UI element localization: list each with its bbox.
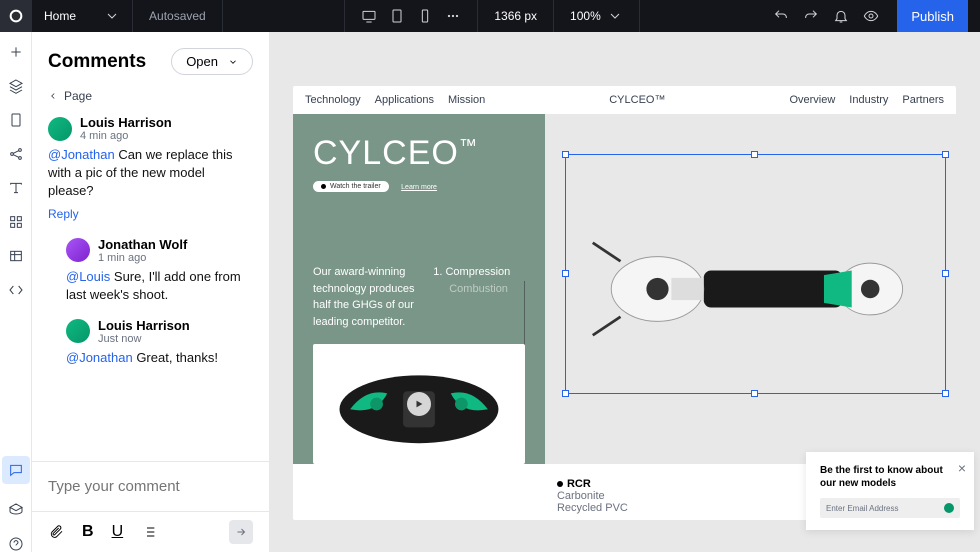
comments-filter[interactable]: Open (171, 48, 253, 75)
comments-panel: Comments Open Page Louis Harrison4 min a… (32, 32, 269, 552)
desktop-icon[interactable] (361, 8, 377, 24)
mobile-icon[interactable] (417, 8, 433, 24)
nav-link[interactable]: Industry (849, 94, 888, 106)
nav-link[interactable]: Partners (902, 94, 944, 106)
left-rail (0, 32, 32, 552)
chevron-down-icon (228, 57, 238, 67)
comments-title: Comments (48, 51, 146, 73)
comment-text: @Jonathan Great, thanks! (66, 349, 253, 367)
watch-trailer-button[interactable]: Watch the trailer (313, 181, 389, 192)
close-icon[interactable]: × (958, 460, 966, 476)
page-selector[interactable]: Home (32, 0, 133, 32)
apps-icon[interactable] (8, 214, 24, 230)
nav-brand: CYLCEO™ (609, 94, 665, 106)
table-icon[interactable] (8, 248, 24, 264)
hero-title: CYLCEO™ (313, 134, 525, 173)
send-icon (235, 526, 247, 538)
comment-icon (8, 462, 24, 478)
mention[interactable]: @Jonathan (48, 147, 115, 162)
avatar (66, 319, 90, 343)
list-icon[interactable] (141, 524, 157, 540)
play-icon (407, 392, 431, 416)
learn-icon[interactable] (8, 502, 24, 518)
page-icon[interactable] (8, 112, 24, 128)
share-icon[interactable] (8, 146, 24, 162)
add-icon[interactable] (8, 44, 24, 60)
comment-author: Louis Harrison (80, 115, 172, 130)
chevron-down-icon (607, 8, 623, 24)
tablet-icon[interactable] (389, 8, 405, 24)
comment-input[interactable] (48, 472, 253, 501)
nav-link[interactable]: Applications (375, 94, 434, 106)
hero-image-area[interactable] (545, 114, 956, 464)
chevron-down-icon (104, 8, 120, 24)
redo-icon[interactable] (803, 8, 819, 24)
nav-link[interactable]: Mission (448, 94, 485, 106)
app-logo[interactable] (0, 0, 32, 32)
attach-icon[interactable] (48, 524, 64, 540)
newsletter-popup: × Be the first to know about our new mod… (806, 452, 974, 530)
publish-button[interactable]: Publish (897, 0, 968, 32)
underline-button[interactable]: U (112, 523, 124, 541)
avatar (48, 117, 72, 141)
more-icon[interactable] (445, 8, 461, 24)
type-icon[interactable] (8, 180, 24, 196)
comment-item[interactable]: Louis HarrisonJust now @Jonathan Great, t… (66, 318, 253, 367)
save-status: Autosaved (133, 0, 223, 32)
nav-link[interactable]: Overview (789, 94, 835, 106)
avatar (66, 238, 90, 262)
bold-button[interactable]: B (82, 523, 94, 541)
material-info: RCR Carbonite Recycled PVC (545, 472, 640, 520)
mention[interactable]: @Louis (66, 269, 110, 284)
comment-item[interactable]: Jonathan Wolf1 min ago @Louis Sure, I'll … (66, 237, 253, 304)
motorcycle-illustration (565, 189, 935, 389)
comment-time: 4 min ago (80, 130, 172, 142)
nav-link[interactable]: Technology (305, 94, 361, 106)
code-icon[interactable] (8, 282, 24, 298)
canvas-width[interactable]: 1366 px (478, 0, 554, 32)
mention[interactable]: @Jonathan (66, 350, 133, 365)
chevron-left-icon (48, 91, 58, 101)
preview-icon[interactable] (863, 8, 879, 24)
comment-text: @Louis Sure, I'll add one from last week… (66, 268, 253, 304)
engine-image[interactable] (313, 344, 525, 464)
comment-author: Jonathan Wolf (98, 237, 187, 252)
submit-icon[interactable] (944, 503, 954, 513)
email-field[interactable]: Enter Email Address (820, 498, 960, 518)
zoom-level[interactable]: 100% (554, 0, 640, 32)
comment-author: Louis Harrison (98, 318, 190, 333)
layers-icon[interactable] (8, 78, 24, 94)
page-name: Home (44, 9, 76, 23)
hero-tagline: Our award-winning technology produces ha… (313, 264, 421, 330)
reply-button[interactable]: Reply (48, 207, 79, 221)
undo-icon[interactable] (773, 8, 789, 24)
bell-icon[interactable] (833, 8, 849, 24)
help-icon[interactable] (8, 536, 24, 552)
comments-rail-button[interactable] (2, 456, 30, 484)
comment-text: @Jonathan Can we replace this with a pic… (48, 146, 253, 201)
cta-title: Be the first to know about our new model… (820, 464, 960, 490)
comment-item[interactable]: Louis Harrison4 min ago @Jonathan Can we … (48, 115, 253, 223)
send-button[interactable] (229, 520, 253, 544)
learn-more-link[interactable]: Learn more (401, 184, 437, 191)
comment-time: 1 min ago (98, 252, 187, 264)
canvas[interactable]: Technology Applications Mission CYLCEO™ … (269, 32, 980, 552)
comments-breadcrumb[interactable]: Page (32, 85, 269, 115)
hero-steps: 1. Compression Combustion Emissions (433, 264, 525, 330)
comment-time: Just now (98, 333, 190, 345)
